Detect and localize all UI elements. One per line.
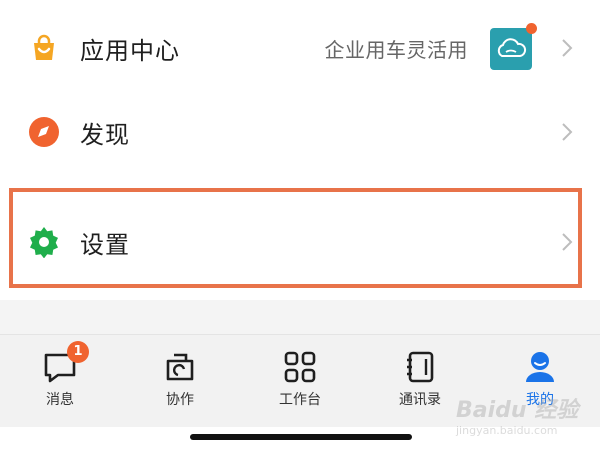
menu-item-settings[interactable]: 设置 (0, 214, 600, 270)
watermark-text: Baidu 经验 (456, 398, 579, 423)
tab-contacts[interactable]: 通讯录 (375, 349, 465, 419)
home-indicator[interactable] (190, 434, 412, 440)
watermark: Baidu 经验 jingyan.baidu.com (456, 392, 596, 437)
tab-label: 协作 (166, 392, 194, 408)
contacts-icon (407, 351, 434, 383)
menu-item-label: 设置 (80, 230, 130, 259)
chevron-right-icon (562, 233, 573, 251)
tab-label: 工作台 (279, 392, 321, 408)
menu-item-discover[interactable]: 发现 (0, 104, 600, 160)
notification-dot (526, 23, 537, 34)
gear-icon (30, 227, 58, 258)
cloud-icon (497, 38, 527, 57)
section-gap (0, 300, 600, 334)
watermark-subtext: jingyan.baidu.com (456, 424, 558, 437)
profile-icon (526, 352, 554, 382)
tab-label: 通讯录 (399, 392, 441, 408)
tab-collaboration[interactable]: 协作 (135, 349, 225, 419)
tab-label: 消息 (46, 392, 74, 408)
menu-item-label: 发现 (80, 120, 130, 149)
tab-workbench[interactable]: 工作台 (255, 349, 345, 419)
shopping-bag-icon (34, 34, 54, 60)
menu-item-label: 应用中心 (80, 36, 180, 65)
menu-item-subtitle: 企业用车灵活用 (324, 37, 468, 62)
unread-badge: 1 (67, 341, 89, 363)
chevron-right-icon (562, 39, 573, 57)
menu-item-app-center[interactable]: 应用中心 企业用车灵活用 (0, 20, 600, 76)
compass-icon (29, 117, 59, 147)
tab-messages[interactable]: 1 消息 (15, 341, 105, 419)
chevron-right-icon (562, 123, 573, 141)
app-thumbnail[interactable] (490, 23, 537, 70)
collaboration-icon (166, 353, 194, 381)
grid-icon (284, 351, 316, 383)
